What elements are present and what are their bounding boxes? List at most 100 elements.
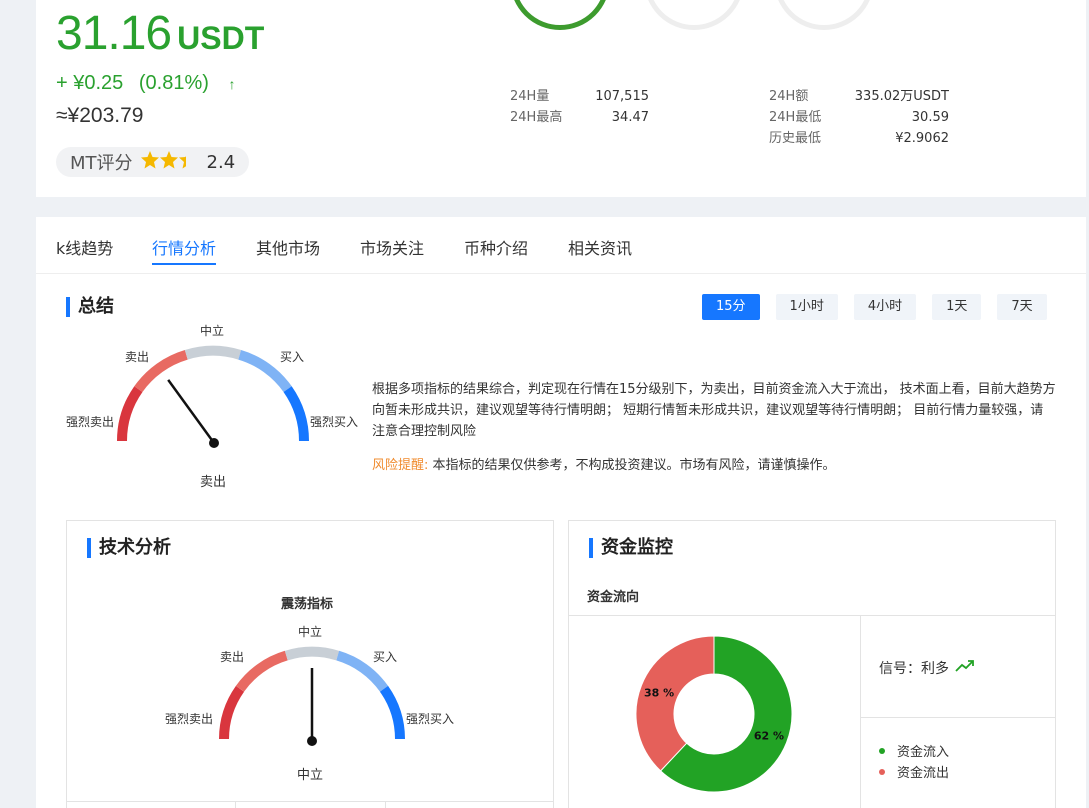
fund-monitor-panel: 资金监控 资金流向 62 % 38 % 信号：利多 资金流入 资金流出 bbox=[568, 520, 1056, 808]
gauge-segment-strong-sell bbox=[116, 386, 143, 442]
stat-row: 24H量 107,515 bbox=[510, 86, 649, 107]
star-rating-icon bbox=[140, 150, 199, 175]
stat-value: 30.59 bbox=[911, 110, 949, 125]
donut-slice-outflow[interactable] bbox=[635, 635, 715, 772]
stat-label: 24H额 bbox=[769, 89, 809, 104]
tab-other-markets[interactable]: 其他市场 bbox=[256, 235, 320, 265]
risk-text: 本指标的结果仅供参考，不构成投资建议。市场有风险，请谨慎操作。 bbox=[428, 458, 836, 473]
period-4h[interactable]: 4小时 bbox=[853, 294, 917, 320]
rating-value: 2.4 bbox=[206, 151, 236, 173]
period-15m[interactable]: 15分 bbox=[702, 294, 760, 320]
indicator-ring bbox=[510, 0, 610, 30]
technical-analysis-panel: 技术分析 震荡指标 中立 卖出 买入 强烈卖出 强烈买入 中立 bbox=[66, 520, 554, 808]
gauge-label-strong-buy: 强烈买入 bbox=[310, 415, 358, 429]
divider bbox=[860, 717, 1055, 718]
analysis-card: k线趋势 行情分析 其他市场 市场关注 币种介绍 相关资讯 总结 15分 1小时… bbox=[36, 217, 1086, 808]
gauge-label-strong-buy: 强烈买入 bbox=[406, 712, 454, 726]
trend-up-icon bbox=[955, 659, 975, 677]
risk-notice: 风险提醒: 本指标的结果仅供参考，不构成投资建议。市场有风险，请谨慎操作。 bbox=[372, 454, 836, 473]
change-percent: (0.81%) bbox=[138, 72, 209, 94]
stat-value: ¥2.9062 bbox=[895, 131, 949, 146]
signal-label: 信号：利多 bbox=[879, 661, 949, 677]
gauge-segment-sell bbox=[235, 650, 288, 692]
period-1h[interactable]: 1小时 bbox=[775, 294, 838, 320]
flow-label: 资金流向 bbox=[587, 590, 640, 605]
gauge-label-strong-sell: 强烈卖出 bbox=[66, 415, 114, 429]
gauge-label-sell: 卖出 bbox=[125, 350, 149, 364]
gauge-label-strong-sell: 强烈卖出 bbox=[165, 712, 213, 726]
gauge-label-sell: 卖出 bbox=[220, 650, 244, 664]
gauge-segment-strong-sell bbox=[219, 685, 245, 740]
donut-slice-label: 38 % bbox=[644, 686, 674, 699]
gauge-result: 卖出 bbox=[200, 475, 226, 490]
stats-left: 24H量 107,515 24H最高 34.47 bbox=[510, 86, 649, 128]
oscillator-gauge: 中立 卖出 买入 强烈卖出 强烈买入 中立 bbox=[165, 624, 454, 783]
divider bbox=[235, 801, 236, 808]
price-change: + ¥0.25 (0.81%) ↑ bbox=[56, 72, 245, 95]
price-cny: ≈¥203.79 bbox=[56, 104, 144, 127]
tab-bar: k线趋势 行情分析 其他市场 市场关注 币种介绍 相关资讯 bbox=[36, 217, 1086, 274]
technical-title: 技术分析 bbox=[87, 538, 171, 558]
gauge-segment-neutral bbox=[284, 646, 340, 661]
stats-right: 24H额 335.02万USDT 24H最低 30.59 历史最低 ¥2.9062 bbox=[769, 86, 949, 149]
stat-value: 335.02万USDT bbox=[854, 89, 949, 104]
gauge-pivot bbox=[307, 736, 317, 746]
tab-market-attention[interactable]: 市场关注 bbox=[360, 235, 424, 265]
donut-slice-label: 62 % bbox=[754, 730, 784, 743]
indicator-ring bbox=[774, 0, 874, 30]
stat-value: 107,515 bbox=[595, 89, 649, 104]
tab-kline[interactable]: k线趋势 bbox=[56, 235, 113, 265]
divider bbox=[569, 615, 1055, 616]
tab-coin-intro[interactable]: 币种介绍 bbox=[464, 235, 528, 265]
current-price: 31.16 USDT bbox=[56, 6, 264, 61]
fund-title: 资金监控 bbox=[589, 538, 673, 558]
rating-label: MT评分 bbox=[70, 153, 133, 174]
gauge-segment-neutral bbox=[184, 345, 242, 360]
ticker-card: 31.16 USDT + ¥0.25 (0.81%) ↑ ≈¥203.79 MT评… bbox=[36, 0, 1086, 197]
period-1d[interactable]: 1天 bbox=[932, 294, 982, 320]
legend-label: 资金流出 bbox=[897, 766, 950, 781]
stat-value: 34.47 bbox=[611, 110, 649, 125]
period-7d[interactable]: 7天 bbox=[997, 294, 1047, 320]
legend-inflow: 资金流入 bbox=[879, 741, 949, 760]
price-value: 31.16 bbox=[56, 7, 172, 60]
gauge-pivot bbox=[209, 438, 219, 448]
summary-text: 根据多项指标的结果综合，判定现在行情在15分级别下，为卖出，目前资金流入大于流出… bbox=[372, 382, 1056, 439]
divider bbox=[67, 801, 553, 802]
gauge-segment-strong-buy bbox=[283, 386, 310, 442]
divider bbox=[860, 615, 861, 808]
risk-label: 风险提醒: bbox=[372, 458, 429, 473]
gauge-segment-strong-buy bbox=[379, 685, 405, 740]
legend-outflow: 资金流出 bbox=[879, 762, 949, 781]
gauge-label-buy: 买入 bbox=[280, 350, 304, 364]
left-gutter bbox=[0, 0, 36, 808]
gauge-arc bbox=[116, 345, 310, 442]
gauge-result: 中立 bbox=[297, 768, 323, 783]
period-selector: 15分 1小时 4小时 1天 7天 bbox=[702, 294, 1047, 320]
divider bbox=[385, 801, 386, 808]
arrow-up-icon: ↑ bbox=[228, 76, 236, 92]
gauge-needle bbox=[167, 379, 216, 444]
summary-gauge: 中立 卖出 买入 强烈卖出 强烈买入 卖出 bbox=[66, 323, 358, 490]
gauge-label-neutral: 中立 bbox=[298, 624, 322, 639]
stat-row: 24H最低 30.59 bbox=[769, 107, 949, 128]
gauge-label-buy: 买入 bbox=[373, 650, 397, 664]
fund-flow-donut: 62 % 38 % bbox=[635, 635, 793, 793]
indicator-ring bbox=[644, 0, 744, 30]
price-unit: USDT bbox=[177, 20, 265, 56]
signal-indicator: 信号：利多 bbox=[879, 658, 975, 678]
tab-market-analysis[interactable]: 行情分析 bbox=[152, 235, 217, 265]
stat-row: 24H额 335.02万USDT bbox=[769, 86, 949, 107]
stat-label: 24H最高 bbox=[510, 110, 563, 125]
summary-title: 总结 bbox=[66, 297, 114, 317]
stat-label: 历史最低 bbox=[769, 131, 822, 146]
mt-rating[interactable]: MT评分 2.4 bbox=[56, 147, 250, 177]
tab-news[interactable]: 相关资讯 bbox=[568, 235, 632, 265]
change-absolute: + ¥0.25 bbox=[56, 72, 124, 94]
stat-label: 24H最低 bbox=[769, 110, 822, 125]
stat-row: 历史最低 ¥2.9062 bbox=[769, 128, 949, 149]
stat-label: 24H量 bbox=[510, 89, 550, 104]
legend-dot bbox=[879, 747, 885, 754]
stat-row: 24H最高 34.47 bbox=[510, 107, 649, 128]
oscillator-title: 震荡指标 bbox=[281, 597, 334, 612]
